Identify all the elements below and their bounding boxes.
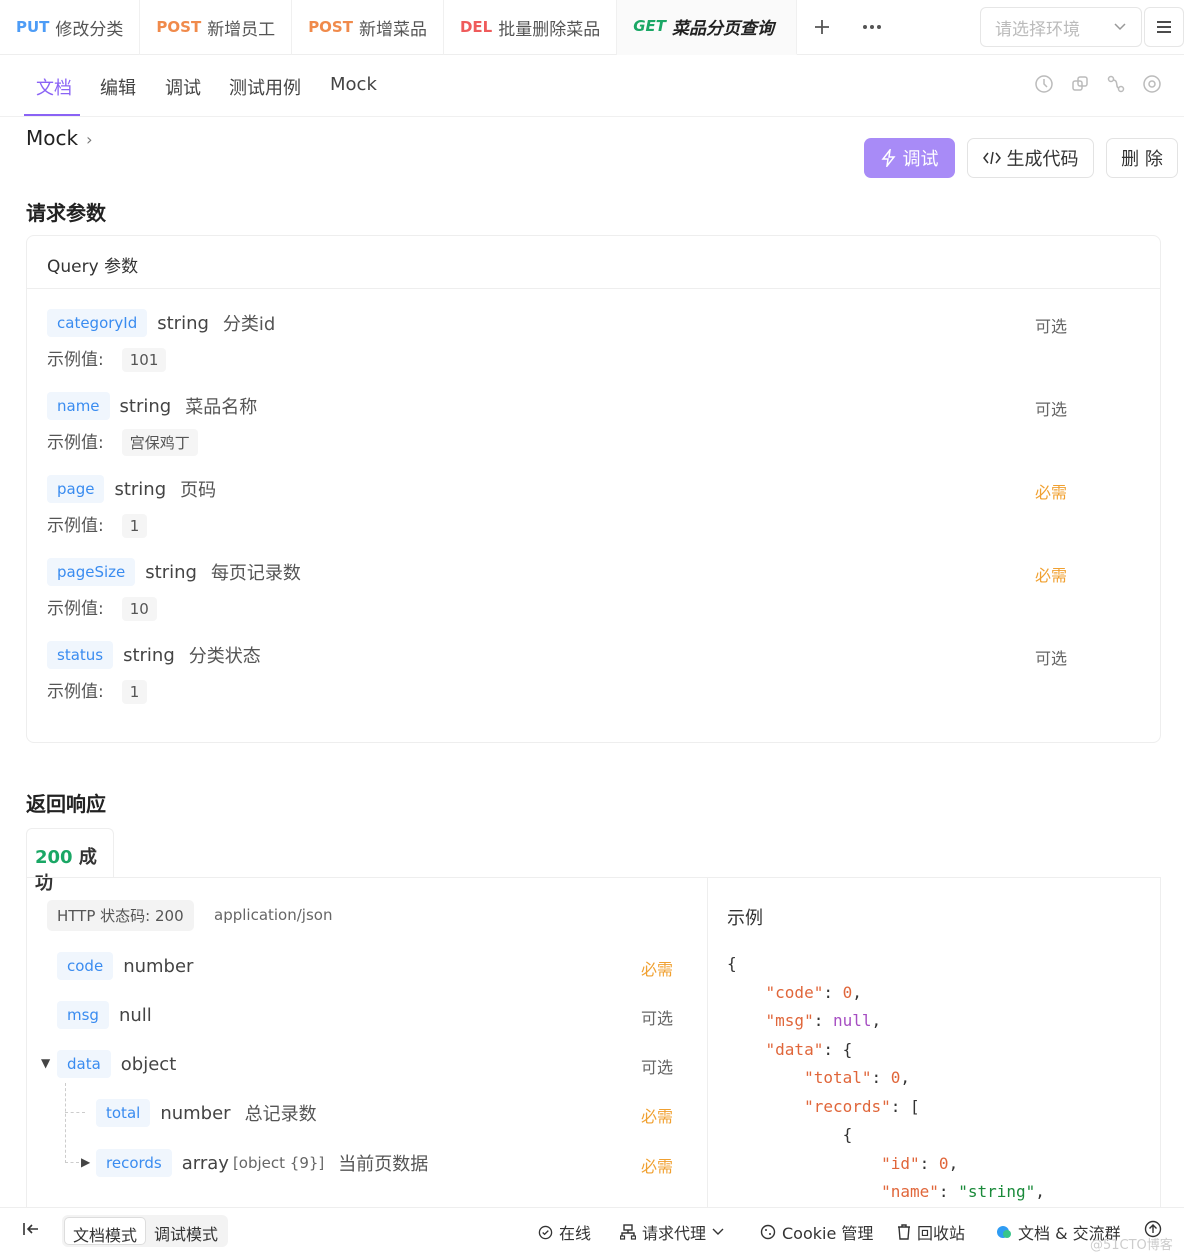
response-card: HTTP 状态码: 200 application/json code numbe…	[26, 877, 1162, 1208]
trash-icon	[898, 1224, 910, 1240]
response-schema: HTTP 状态码: 200 application/json code numbe…	[27, 878, 708, 1208]
param-required: 可选	[1035, 649, 1068, 668]
request-tab[interactable]: POST 新增菜品	[292, 0, 444, 55]
query-card-title: Query 参数	[27, 236, 1160, 289]
field-name[interactable]: data	[57, 1050, 111, 1078]
example-title: 示例	[727, 908, 763, 929]
plus-icon	[815, 20, 830, 34]
param-row: status string 分类状态 可选 示例值: 1	[47, 641, 1147, 704]
add-tab-button[interactable]	[797, 0, 847, 55]
watermark: @51CTO博客	[1090, 1238, 1173, 1253]
code-icon	[982, 151, 1001, 165]
response-field-row: code number 必需	[57, 952, 707, 980]
param-example: 宫保鸡丁	[121, 429, 198, 456]
response-tab-200[interactable]: 200 成功	[26, 828, 114, 894]
menu-button[interactable]	[1144, 7, 1184, 47]
tree-line	[65, 1083, 66, 1163]
param-name[interactable]: page	[47, 475, 105, 503]
example-json[interactable]: { "code": 0, "msg": null, "data": { "tot…	[727, 950, 1045, 1207]
caret-right-icon[interactable]: ▶	[81, 1155, 90, 1169]
request-tab[interactable]: DEL 批量删除菜品	[444, 0, 618, 55]
tree-branch	[65, 1112, 85, 1113]
recycle-bin-button[interactable]: 回收站	[897, 1220, 965, 1244]
chat-icon	[997, 1226, 1011, 1238]
response-field-row: msg null 可选	[57, 1001, 707, 1029]
chevron-down-icon	[1114, 23, 1126, 31]
http-status-badge: HTTP 状态码: 200	[47, 900, 194, 931]
caret-down-icon[interactable]: ▼	[41, 1056, 50, 1070]
param-required: 必需	[1035, 483, 1068, 502]
tab-edit[interactable]: 编辑	[100, 74, 136, 100]
param-required: 可选	[1035, 317, 1068, 336]
response-example: 示例 { "code": 0, "msg": null, "data": { "…	[727, 878, 1162, 1208]
check-circle-icon	[538, 1225, 553, 1239]
response-field-row: records array [object {9}] 当前页数据 必需	[96, 1149, 746, 1177]
share-icon[interactable]	[1070, 74, 1090, 94]
param-row: name string 菜品名称 可选 示例值: 宫保鸡丁	[47, 392, 1147, 456]
more-icon	[863, 25, 882, 29]
environment-select[interactable]: 请选择环境	[980, 7, 1142, 47]
content-type: application/json	[214, 906, 333, 924]
param-example: 1	[121, 680, 148, 704]
delete-button[interactable]: 删 除	[1106, 138, 1178, 178]
field-name[interactable]: msg	[57, 1001, 109, 1029]
cookie-manager-button[interactable]: Cookie 管理	[760, 1220, 873, 1244]
settings-icon[interactable]	[1142, 74, 1162, 94]
debug-mode-button[interactable]: 调试模式	[146, 1217, 226, 1245]
param-example: 1	[121, 514, 148, 538]
mode-switch: 文档模式 调试模式	[62, 1215, 229, 1247]
param-example: 10	[121, 597, 157, 621]
param-name[interactable]: pageSize	[47, 558, 136, 586]
request-params-title: 请求参数	[26, 201, 106, 225]
query-params-card: Query 参数 categoryId string 分类id 可选 示例值: 101…	[26, 235, 1161, 743]
param-required: 必需	[1035, 566, 1068, 585]
tab-mock[interactable]: Mock	[330, 74, 377, 95]
field-name[interactable]: code	[57, 952, 114, 980]
param-required: 可选	[1035, 400, 1068, 419]
request-tab[interactable]: PUT 修改分类	[0, 0, 141, 55]
field-name[interactable]: records	[96, 1149, 172, 1177]
tab-testcases[interactable]: 测试用例	[229, 74, 301, 100]
history-icon[interactable]	[1034, 74, 1054, 94]
request-proxy-button[interactable]: 请求代理	[620, 1220, 724, 1244]
response-field-row: total number 总记录数 必需	[96, 1099, 746, 1127]
doc-subtabs: 文档 编辑 调试 测试用例 Mock	[0, 56, 1184, 117]
debug-button[interactable]: 调试	[864, 138, 955, 178]
generate-code-button[interactable]: 生成代码	[967, 138, 1094, 178]
cookie-icon	[760, 1224, 776, 1240]
param-example: 101	[121, 348, 167, 372]
response-title: 返回响应	[26, 792, 106, 816]
tab-doc[interactable]: 文档	[36, 74, 72, 100]
collapse-left-icon	[23, 1223, 38, 1235]
doc-mode-button[interactable]: 文档模式	[64, 1217, 147, 1245]
param-name[interactable]: status	[47, 641, 114, 669]
flow-icon[interactable]	[1106, 74, 1126, 94]
param-name[interactable]: categoryId	[47, 309, 148, 337]
online-status[interactable]: 在线	[538, 1220, 591, 1244]
request-tab-active[interactable]: GET 菜品分页查询	[617, 0, 798, 55]
tab-debug[interactable]: 调试	[165, 74, 201, 100]
param-row: page string 页码 必需 示例值: 1	[47, 475, 1147, 538]
request-tab[interactable]: POST 新增员工	[140, 0, 293, 55]
more-tabs-button[interactable]	[847, 0, 897, 55]
param-row: categoryId string 分类id 可选 示例值: 101	[47, 309, 1147, 372]
chevron-right-icon: ›	[86, 130, 93, 149]
tree-branch	[65, 1162, 79, 1163]
collapse-sidebar-button[interactable]	[22, 1221, 40, 1237]
field-name[interactable]: total	[96, 1099, 151, 1127]
lightning-icon	[880, 149, 896, 167]
response-field-row: data object 可选	[57, 1050, 707, 1078]
breadcrumb[interactable]: Mock ›	[26, 126, 92, 150]
chevron-down-icon	[712, 1228, 724, 1235]
hamburger-icon	[1157, 21, 1171, 33]
param-name[interactable]: name	[47, 392, 110, 420]
bottom-status-bar: 文档模式 调试模式 在线 请求代理 Cookie 管理 回收站 文档 & 交流群	[0, 1207, 1184, 1253]
active-tab-underline	[24, 114, 80, 116]
proxy-icon	[620, 1224, 636, 1240]
param-row: pageSize string 每页记录数 必需 示例值: 10	[47, 558, 1147, 621]
